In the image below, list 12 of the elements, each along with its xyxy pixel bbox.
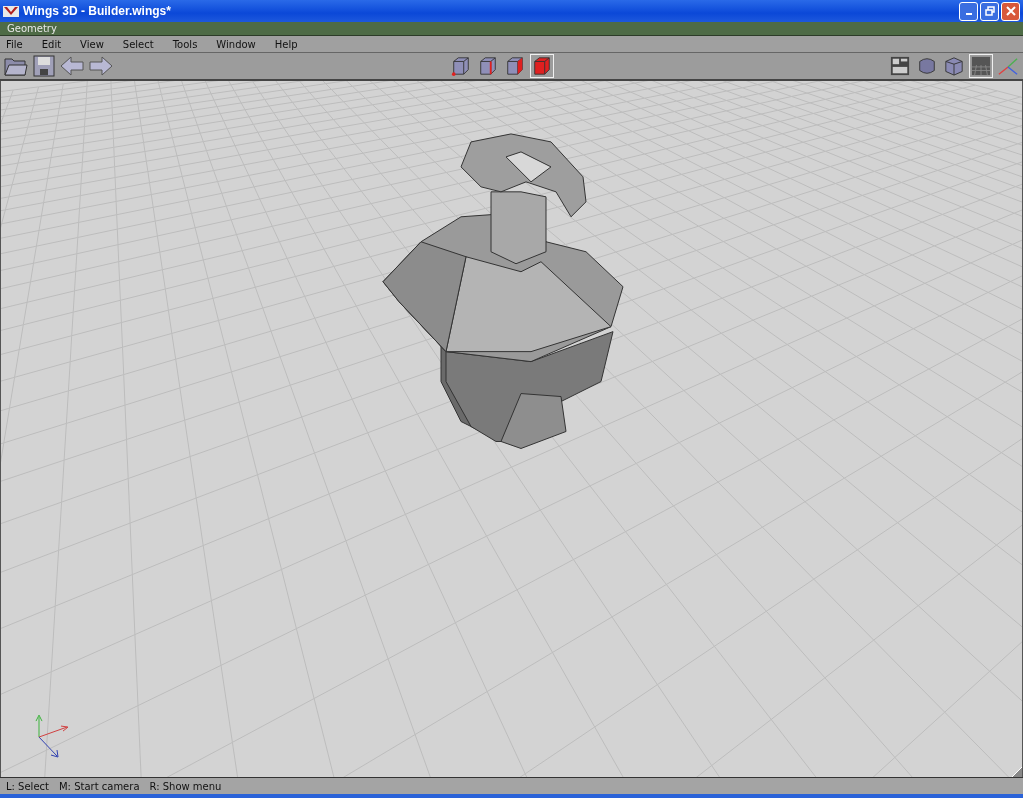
menu-item[interactable]: Select (122, 38, 154, 50)
window-title: Wings 3D - Builder.wings* (23, 4, 171, 18)
menu-item[interactable]: Edit (41, 38, 62, 50)
status-text: R: Show menu (149, 780, 222, 792)
menu-item[interactable]: View (80, 38, 104, 50)
status-text: L: Select (6, 780, 49, 792)
status-text: M: Start camera (58, 780, 140, 792)
menu-item[interactable]: Window (216, 38, 256, 50)
geometry-title: Geometry (7, 23, 57, 34)
menu-item[interactable]: Help (274, 38, 298, 50)
menu-item[interactable]: Tools (172, 38, 198, 50)
menu-item[interactable]: File (6, 38, 23, 50)
